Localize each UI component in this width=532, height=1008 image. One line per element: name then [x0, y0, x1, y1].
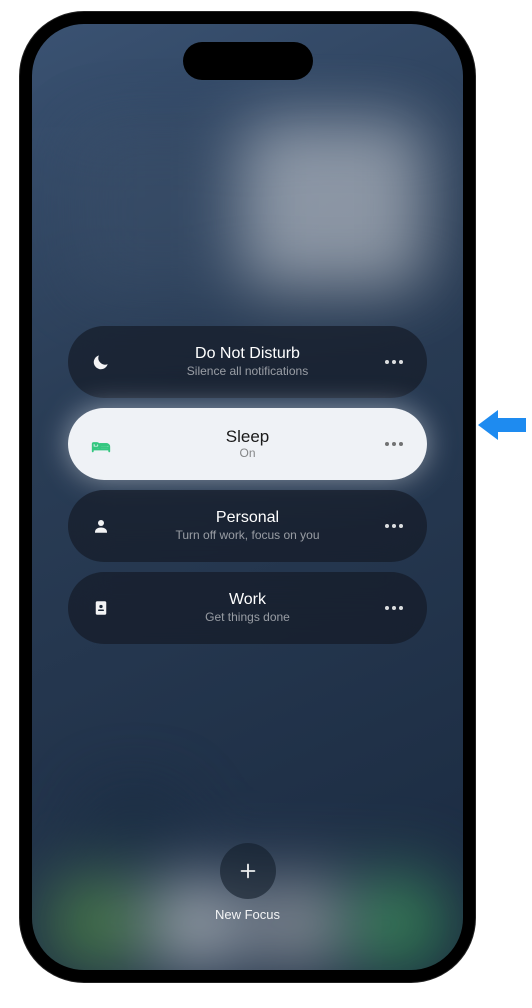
focus-label: Personal Turn off work, focus on you: [116, 509, 379, 542]
ellipsis-icon: [385, 524, 403, 528]
focus-title: Personal: [216, 509, 279, 527]
new-focus: New Focus: [32, 843, 463, 922]
more-button[interactable]: [379, 360, 409, 364]
focus-title: Work: [229, 591, 266, 609]
ellipsis-icon: [385, 360, 403, 364]
plus-icon: [237, 860, 259, 882]
ellipsis-icon: [385, 442, 403, 446]
more-button[interactable]: [379, 442, 409, 446]
person-icon: [86, 517, 116, 535]
dynamic-island: [183, 42, 313, 80]
more-button[interactable]: [379, 606, 409, 610]
badge-icon: [86, 598, 116, 618]
more-button[interactable]: [379, 524, 409, 528]
focus-label: Sleep On: [116, 427, 379, 461]
focus-subtitle: Get things done: [205, 611, 290, 625]
focus-subtitle: On: [239, 447, 255, 461]
ellipsis-icon: [385, 606, 403, 610]
focus-subtitle: Silence all notifications: [187, 365, 308, 379]
focus-do-not-disturb[interactable]: Do Not Disturb Silence all notifications: [68, 326, 427, 398]
phone-frame: Do Not Disturb Silence all notifications: [20, 12, 475, 982]
phone-screen: Do Not Disturb Silence all notifications: [32, 24, 463, 970]
new-focus-button[interactable]: [220, 843, 276, 899]
focus-work[interactable]: Work Get things done: [68, 572, 427, 644]
focus-title: Sleep: [226, 427, 269, 447]
focus-personal[interactable]: Personal Turn off work, focus on you: [68, 490, 427, 562]
focus-title: Do Not Disturb: [195, 345, 300, 363]
moon-icon: [86, 352, 116, 372]
focus-label: Do Not Disturb Silence all notifications: [116, 345, 379, 378]
focus-subtitle: Turn off work, focus on you: [175, 529, 319, 543]
new-focus-label: New Focus: [215, 907, 280, 922]
bed-icon: [86, 433, 116, 455]
focus-list: Do Not Disturb Silence all notifications: [68, 326, 427, 644]
focus-label: Work Get things done: [116, 591, 379, 624]
callout-arrow-icon: [476, 408, 528, 447]
focus-sleep[interactable]: Sleep On: [68, 408, 427, 480]
